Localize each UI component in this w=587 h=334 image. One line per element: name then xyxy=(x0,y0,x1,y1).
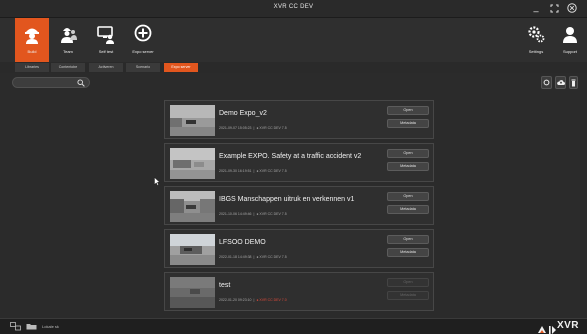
open-button[interactable]: Open xyxy=(387,278,429,287)
maximize-button[interactable] xyxy=(549,2,559,14)
scenario-version: XVR CC DEV 7.0 xyxy=(259,298,287,302)
sub-tabs: Libraries Contentobe Activeren Scenario … xyxy=(0,62,587,73)
team-icon xyxy=(61,28,77,43)
minimize-button[interactable]: _ xyxy=(531,2,541,14)
metadata-button[interactable]: Metadata xyxy=(387,248,429,257)
tab-activeren[interactable]: Activeren xyxy=(89,63,123,72)
folder-icon xyxy=(26,324,37,330)
close-button[interactable] xyxy=(567,2,577,14)
scenario-meta: 2021-09-30 16:19:51 | ● XVR CC DEV 7.5 xyxy=(219,169,287,173)
toolbar-label: Expo server xyxy=(132,49,154,54)
firefighter-icon xyxy=(25,28,39,44)
scenario-name: LFSOO DEMO xyxy=(219,239,266,246)
scenario-card[interactable]: test 2022-01-20 09:23:10 | ● XVR CC DEV … xyxy=(164,272,434,311)
scenario-name: IBGS Manschappen uitruk en verkennen v1 xyxy=(219,196,355,203)
toolbar-build-button[interactable]: Build xyxy=(15,18,49,62)
scenario-thumbnail xyxy=(170,105,215,136)
scenario-meta: 2021-09-07 15:05:23 | ● XVR CC DEV 7.5 xyxy=(219,126,287,130)
toolbar-self-test-button[interactable]: Self test xyxy=(89,18,123,62)
scenario-version: XVR CC DEV 7.5 xyxy=(259,126,287,130)
scenario-meta: 2021-10-06 14:49:46 | ● XVR CC DEV 7.5 xyxy=(219,212,287,216)
scenario-card[interactable]: Demo Expo_v2 2021-09-07 15:05:23 | ● XVR… xyxy=(164,100,434,139)
scenario-date: 2021-10-06 14:49:46 xyxy=(219,212,252,216)
scenario-name: test xyxy=(219,282,231,289)
status-text: Lokale sk xyxy=(42,324,59,329)
open-button[interactable]: Open xyxy=(387,192,429,201)
network-icon xyxy=(10,322,21,331)
gears-icon xyxy=(528,26,545,43)
open-button[interactable]: Open xyxy=(387,235,429,244)
toolbar-label: Self test xyxy=(98,49,114,54)
scenario-thumbnail xyxy=(170,191,215,222)
self-test-icon xyxy=(97,26,114,44)
support-icon xyxy=(563,27,577,43)
scenario-date: 2022-01-18 14:49:38 xyxy=(219,255,252,259)
scenario-version: XVR CC DEV 7.5 xyxy=(259,212,287,216)
window-controls: _ xyxy=(531,2,577,14)
metadata-button[interactable]: Metadata xyxy=(387,291,429,300)
tab-contentobe[interactable]: Contentobe xyxy=(51,63,85,72)
scenario-date: 2022-01-20 09:23:10 xyxy=(219,298,252,302)
scenario-thumbnail xyxy=(170,148,215,179)
main-toolbar: Build Team Self test Expo server Setting… xyxy=(0,18,587,62)
scenario-meta: 2022-01-18 14:49:38 | ● XVR CC DEV 7.5 xyxy=(219,255,287,259)
metadata-button[interactable]: Metadata xyxy=(387,119,429,128)
refresh-icon xyxy=(543,79,550,86)
tab-scenario[interactable]: Scenario xyxy=(126,63,160,72)
scenario-date: 2021-09-07 15:05:23 xyxy=(219,126,252,130)
scenario-thumbnail xyxy=(170,277,215,308)
toolbar-team-button[interactable]: Team xyxy=(51,18,85,62)
search-row xyxy=(0,73,587,93)
scenario-thumbnail xyxy=(170,234,215,265)
scenario-name: Example EXPO. Safety at a traffic accide… xyxy=(219,153,362,160)
refresh-button[interactable] xyxy=(541,76,552,89)
toolbar-label: Build xyxy=(27,49,37,54)
title-bar: XVR CC DEV _ xyxy=(0,0,587,18)
scenario-list: Demo Expo_v2 2021-09-07 15:05:23 | ● XVR… xyxy=(0,93,587,313)
scenario-name: Demo Expo_v2 xyxy=(219,110,267,117)
brand-name: XVR xyxy=(556,320,579,331)
toolbar-support-button[interactable]: Support xyxy=(553,18,587,62)
scenario-card[interactable]: LFSOO DEMO 2022-01-18 14:49:38 | ● XVR C… xyxy=(164,229,434,268)
trash-icon xyxy=(571,79,576,87)
toolbar-label: Team xyxy=(63,49,73,54)
scenario-card[interactable]: Example EXPO. Safety at a traffic accide… xyxy=(164,143,434,182)
cloud-upload-button[interactable] xyxy=(555,76,566,89)
search-box xyxy=(12,77,90,93)
toolbar-label: Support xyxy=(562,49,577,54)
window-title: XVR CC DEV xyxy=(273,4,314,10)
status-bar: Lokale sk XVR xyxy=(0,318,587,334)
scenario-meta: 2022-01-20 09:23:10 | ● XVR CC DEV 7.0 xyxy=(219,298,287,302)
delete-button[interactable] xyxy=(569,76,578,89)
open-button[interactable]: Open xyxy=(387,106,429,115)
scenario-card[interactable]: IBGS Manschappen uitruk en verkennen v1 … xyxy=(164,186,434,225)
metadata-button[interactable]: Metadata xyxy=(387,205,429,214)
brand-logo xyxy=(537,322,559,334)
cloud-upload-icon xyxy=(556,80,565,85)
toolbar-expo-server-button[interactable]: Expo server xyxy=(126,18,160,62)
open-button[interactable]: Open xyxy=(387,149,429,158)
toolbar-settings-button[interactable]: Settings xyxy=(519,18,553,62)
expo-server-icon xyxy=(134,24,152,42)
scenario-version: XVR CC DEV 7.5 xyxy=(259,169,287,173)
search-icon[interactable] xyxy=(77,79,85,87)
scenario-date: 2021-09-30 16:19:51 xyxy=(219,169,252,173)
tab-libraries[interactable]: Libraries xyxy=(15,63,49,72)
metadata-button[interactable]: Metadata xyxy=(387,162,429,171)
mouse-cursor-icon xyxy=(154,177,160,186)
tab-expo-server[interactable]: Expo server xyxy=(164,63,198,72)
scenario-version: XVR CC DEV 7.5 xyxy=(259,255,287,259)
toolbar-label: Settings xyxy=(528,49,544,54)
